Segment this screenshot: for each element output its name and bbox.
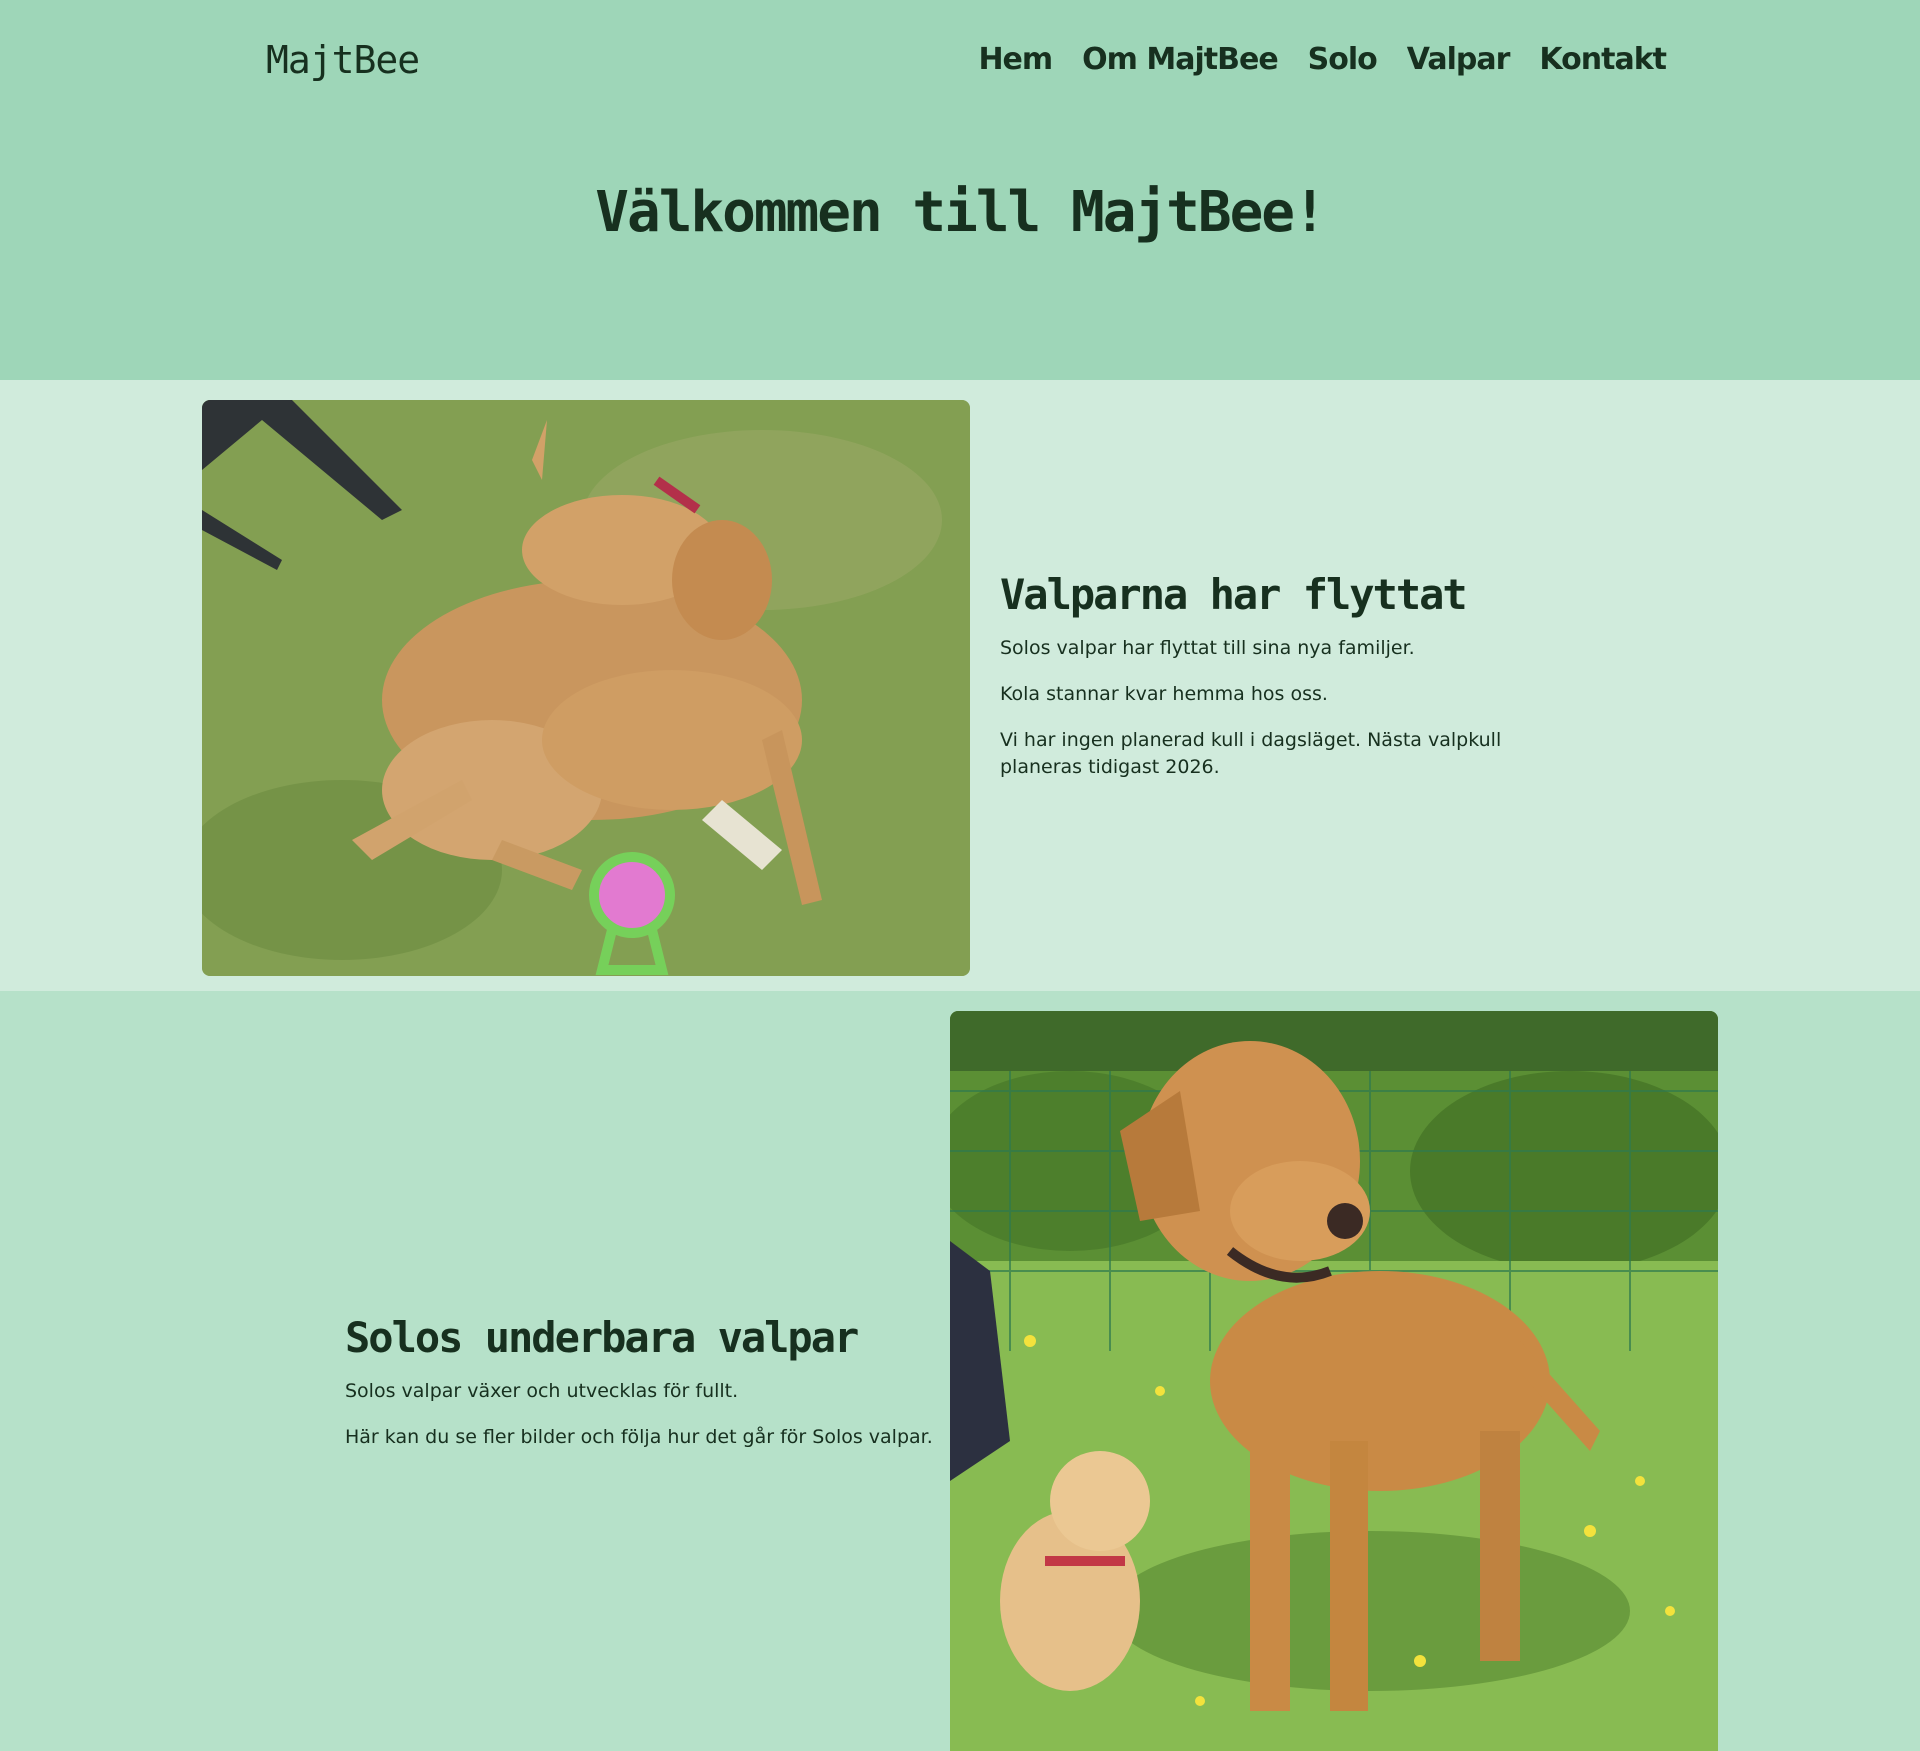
nav-item-valpar[interactable]: Valpar bbox=[1407, 42, 1511, 77]
section-wonderful-puppies-text: Solos underbara valpar Solos valpar växe… bbox=[345, 1313, 945, 1470]
nav-item-solo[interactable]: Solo bbox=[1308, 42, 1378, 77]
paragraph: Här kan du se fler bilder och följa hur … bbox=[345, 1426, 933, 1448]
main-nav: Hem Om MajtBee Solo Valpar Kontakt bbox=[978, 42, 1667, 77]
section-puppies-moved-text: Valparna har flyttat Solos valpar har fl… bbox=[1000, 570, 1580, 800]
paragraph: Vi har ingen planerad kull i dagsläget. … bbox=[1000, 729, 1502, 778]
hero-title: Välkommen till MajtBee! bbox=[595, 180, 1326, 245]
mother-and-puppy-photo bbox=[950, 1011, 1718, 1751]
site-header: MajtBee Hem Om MajtBee Solo Valpar Konta… bbox=[0, 0, 1920, 380]
nav-item-om-majtbee[interactable]: Om MajtBee bbox=[1082, 42, 1278, 77]
paragraph: Solos valpar växer och utvecklas för ful… bbox=[345, 1380, 739, 1402]
puppies-pile-photo bbox=[202, 400, 970, 976]
paragraph: Kola stannar kvar hemma hos oss. bbox=[1000, 683, 1328, 705]
site-logo[interactable]: MajtBee bbox=[266, 38, 420, 82]
section-wonderful-puppies: Solos underbara valpar Solos valpar växe… bbox=[0, 991, 1920, 1751]
nav-item-kontakt[interactable]: Kontakt bbox=[1539, 42, 1667, 77]
section-puppies-moved: Valparna har flyttat Solos valpar har fl… bbox=[0, 380, 1920, 991]
paragraph: Solos valpar har flyttat till sina nya f… bbox=[1000, 637, 1415, 659]
nav-item-hem[interactable]: Hem bbox=[978, 42, 1053, 77]
section-title: Solos underbara valpar bbox=[345, 1313, 859, 1362]
section-title: Valparna har flyttat bbox=[1000, 570, 1468, 619]
